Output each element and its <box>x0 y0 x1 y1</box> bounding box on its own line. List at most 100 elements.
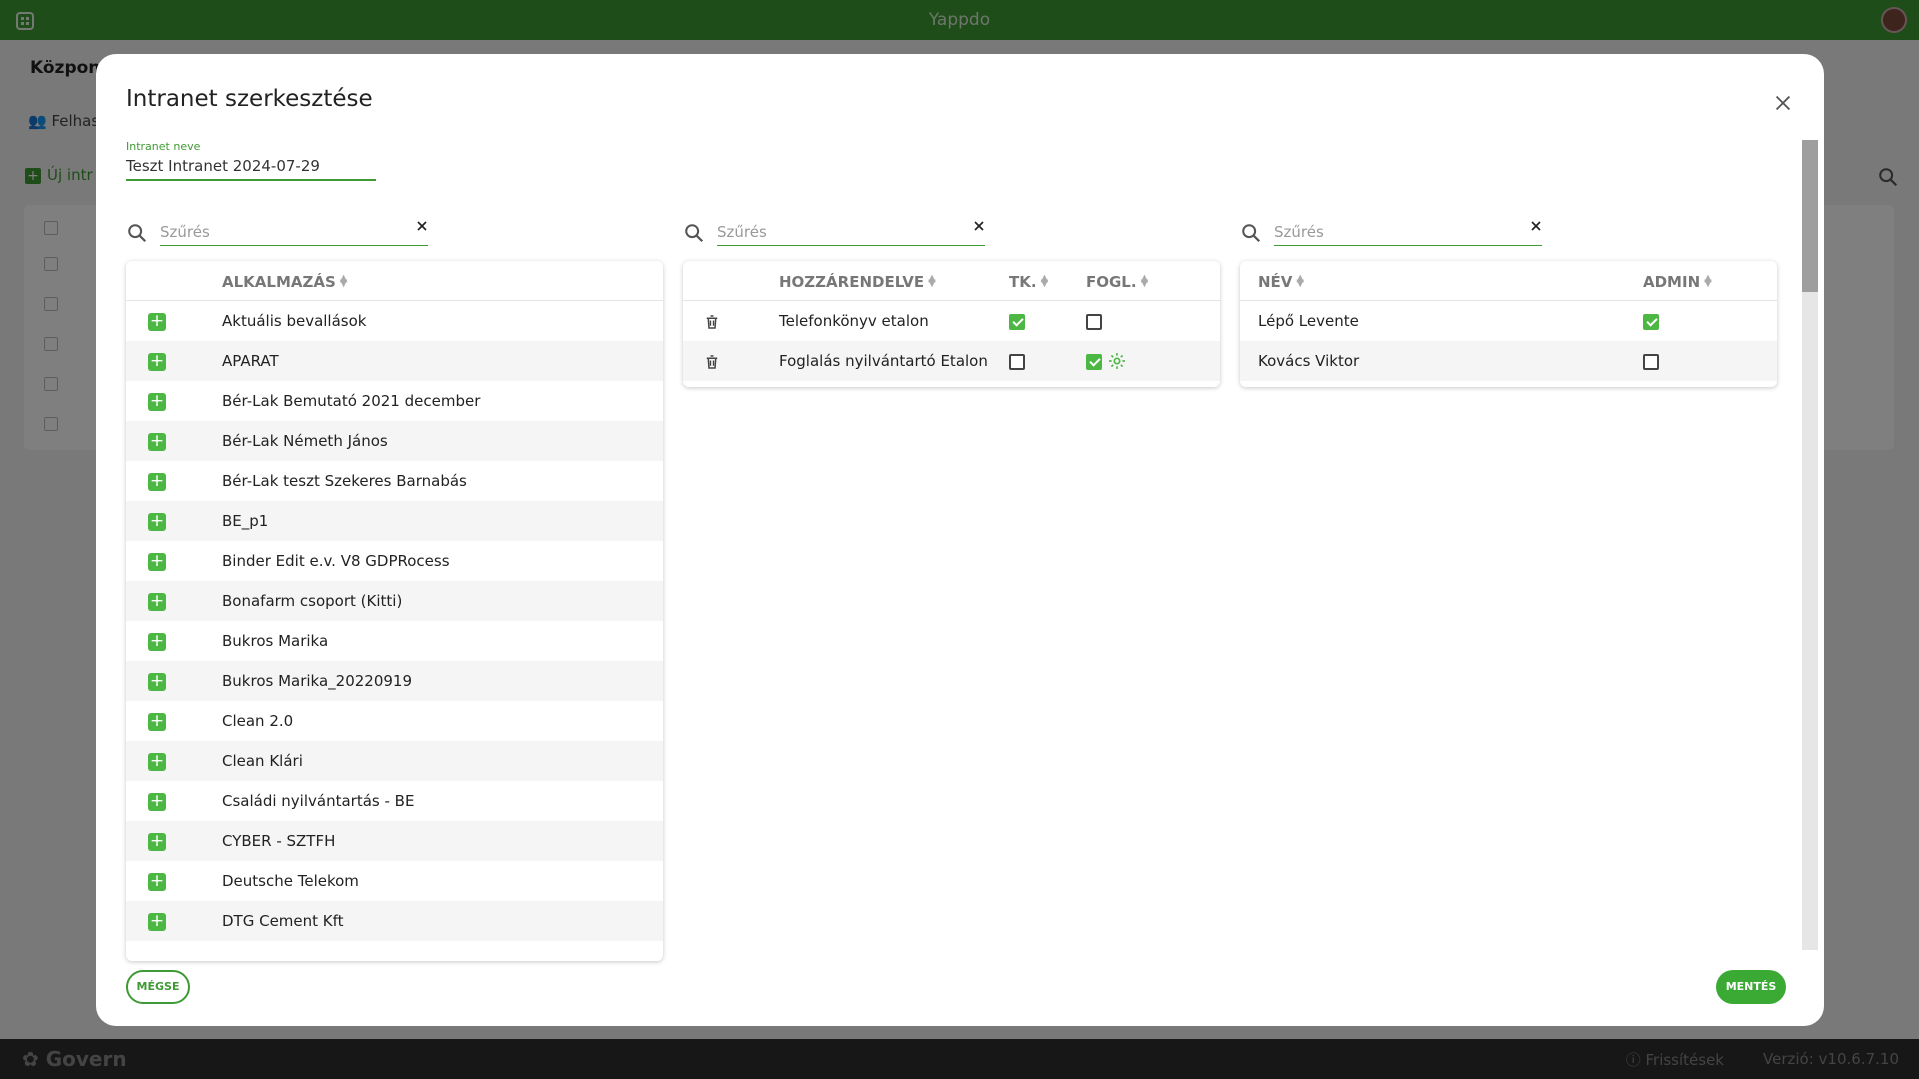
column-header-assigned[interactable]: HOZZÁRENDELVE ▲ ▼ <box>779 273 936 291</box>
list-item: + Binder Edit e.v. V8 GDPRocess <box>126 541 663 581</box>
table-row: Foglalás nyilvántartó Etalon <box>683 341 1220 381</box>
add-button[interactable]: + <box>148 513 166 531</box>
user-name: Lépő Levente <box>1258 312 1359 330</box>
list-item: + APARAT <box>126 341 663 381</box>
table-row: Telefonkönyv etalon <box>683 301 1220 341</box>
sort-icon: ▲ ▼ <box>339 273 348 289</box>
application-name: Aktuális bevallások <box>222 312 367 330</box>
application-name: Bonafarm csoport (Kitti) <box>222 592 403 610</box>
list-item: + Bukros Marika <box>126 621 663 661</box>
application-name: Bér-Lak teszt Szekeres Barnabás <box>222 472 467 490</box>
application-name: DTG Cement Kft <box>222 912 344 930</box>
list-item: + Bér-Lak teszt Szekeres Barnabás <box>126 461 663 501</box>
add-button[interactable]: + <box>148 873 166 891</box>
assigned-filter-input[interactable]: Szűrés <box>717 220 985 246</box>
assigned-header: HOZZÁRENDELVE ▲ ▼ TK. ▲ ▼ FOGL. ▲ ▼ <box>683 261 1220 301</box>
users-header: NÉV ▲ ▼ ADMIN ▲ ▼ <box>1240 261 1777 301</box>
column-header-name[interactable]: NÉV ▲ ▼ <box>1258 273 1304 291</box>
add-button[interactable]: + <box>148 793 166 811</box>
users-list: Lépő Levente Kovács Viktor <box>1240 301 1777 381</box>
sort-icon: ▲ ▼ <box>1040 273 1049 289</box>
add-button[interactable]: + <box>148 753 166 771</box>
add-button[interactable]: + <box>148 833 166 851</box>
add-button[interactable]: + <box>148 393 166 411</box>
application-name: Clean 2.0 <box>222 712 294 730</box>
add-button[interactable]: + <box>148 353 166 371</box>
add-button[interactable]: + <box>148 633 166 651</box>
apps-filter: Szűrés <box>126 218 428 248</box>
clear-icon[interactable] <box>414 218 430 234</box>
cancel-button[interactable]: MÉGSE <box>126 970 190 1004</box>
admin-checkbox[interactable] <box>1643 354 1659 370</box>
dialog-scrollbar[interactable] <box>1802 140 1818 950</box>
list-item: + Deutsche Telekom <box>126 861 663 901</box>
table-row: Lépő Levente <box>1240 301 1777 341</box>
close-icon[interactable] <box>1772 92 1794 114</box>
add-button[interactable]: + <box>148 713 166 731</box>
user-name: Kovács Viktor <box>1258 352 1360 370</box>
list-item: + Aktuális bevallások <box>126 301 663 341</box>
add-button[interactable]: + <box>148 313 166 331</box>
assigned-list: Telefonkönyv etalon Foglalás nyilvántartó… <box>683 301 1220 381</box>
list-item: + Bukros Marika_20220919 <box>126 661 663 701</box>
column-header-fogl[interactable]: FOGL. ▲ ▼ <box>1086 273 1148 291</box>
clear-icon[interactable] <box>971 218 987 234</box>
application-name: Bukros Marika_20220919 <box>222 672 413 690</box>
application-name: Deutsche Telekom <box>222 872 359 890</box>
application-name: Clean Klári <box>222 752 303 770</box>
users-filter: Szűrés <box>1240 218 1542 248</box>
list-item: + DTG Cement Kft <box>126 901 663 941</box>
assigned-filter: Szűrés <box>683 218 985 248</box>
search-icon <box>1242 224 1261 243</box>
sort-icon: ▲ ▼ <box>1296 273 1305 289</box>
scrollbar-thumb[interactable] <box>1802 140 1818 292</box>
column-header-application[interactable]: ALKALMAZÁS ▲ ▼ <box>222 273 348 291</box>
list-item: + Clean 2.0 <box>126 701 663 741</box>
trash-icon[interactable] <box>703 352 721 372</box>
application-name: Binder Edit e.v. V8 GDPRocess <box>222 552 450 570</box>
applications-list: + Aktuális bevallások + APARAT + Bér-Lak Bemu… <box>126 301 663 941</box>
intranet-name-field[interactable]: Intranet neve Teszt Intranet 2024-07-29 <box>126 140 376 181</box>
add-button[interactable]: + <box>148 593 166 611</box>
application-name: APARAT <box>222 352 279 370</box>
application-name: BE_p1 <box>222 512 269 530</box>
add-button[interactable]: + <box>148 473 166 491</box>
save-button[interactable]: MENTÉS <box>1716 970 1786 1004</box>
application-name: Bukros Marika <box>222 632 329 650</box>
edit-intranet-dialog: Intranet szerkesztése Intranet neve Tesz… <box>96 54 1824 1026</box>
applications-header: ALKALMAZÁS ▲ ▼ <box>126 261 663 301</box>
add-button[interactable]: + <box>148 553 166 571</box>
fogl-checkbox[interactable] <box>1086 354 1102 370</box>
users-filter-input[interactable]: Szűrés <box>1274 220 1542 246</box>
apps-filter-input[interactable]: Szűrés <box>160 220 428 246</box>
trash-icon[interactable] <box>703 312 721 332</box>
application-name: Bér-Lak Németh János <box>222 432 388 450</box>
application-name: Családi nyilvántartás - BE <box>222 792 415 810</box>
list-item: + Családi nyilvántartás - BE <box>126 781 663 821</box>
list-item: + BE_p1 <box>126 501 663 541</box>
list-item: + Clean Klári <box>126 741 663 781</box>
intranet-name-label: Intranet neve <box>126 140 201 153</box>
search-icon <box>128 224 147 243</box>
column-header-admin[interactable]: ADMIN ▲ ▼ <box>1643 273 1712 291</box>
list-item: + Bonafarm csoport (Kitti) <box>126 581 663 621</box>
dialog-title: Intranet szerkesztése <box>126 86 373 112</box>
tk-checkbox[interactable] <box>1009 354 1025 370</box>
clear-icon[interactable] <box>1528 218 1544 234</box>
tk-checkbox[interactable] <box>1009 314 1025 330</box>
fogl-checkbox[interactable] <box>1086 314 1102 330</box>
add-button[interactable]: + <box>148 433 166 451</box>
add-button[interactable]: + <box>148 913 166 931</box>
applications-panel: ALKALMAZÁS ▲ ▼ + Aktuális bevallások + APARAT… <box>126 261 663 961</box>
admin-checkbox[interactable] <box>1643 314 1659 330</box>
application-name: CYBER - SZTFH <box>222 832 336 850</box>
add-button[interactable]: + <box>148 673 166 691</box>
intranet-name-value[interactable]: Teszt Intranet 2024-07-29 <box>126 157 320 175</box>
assigned-panel: HOZZÁRENDELVE ▲ ▼ TK. ▲ ▼ FOGL. ▲ ▼ Telefonkön… <box>683 261 1220 387</box>
application-name: Bér-Lak Bemutató 2021 december <box>222 392 481 410</box>
column-header-tk[interactable]: TK. ▲ ▼ <box>1009 273 1048 291</box>
list-item: + Bér-Lak Bemutató 2021 december <box>126 381 663 421</box>
assigned-app-name: Telefonkönyv etalon <box>779 312 929 330</box>
gear-icon[interactable] <box>1107 351 1127 371</box>
sort-icon: ▲ ▼ <box>1140 273 1149 289</box>
